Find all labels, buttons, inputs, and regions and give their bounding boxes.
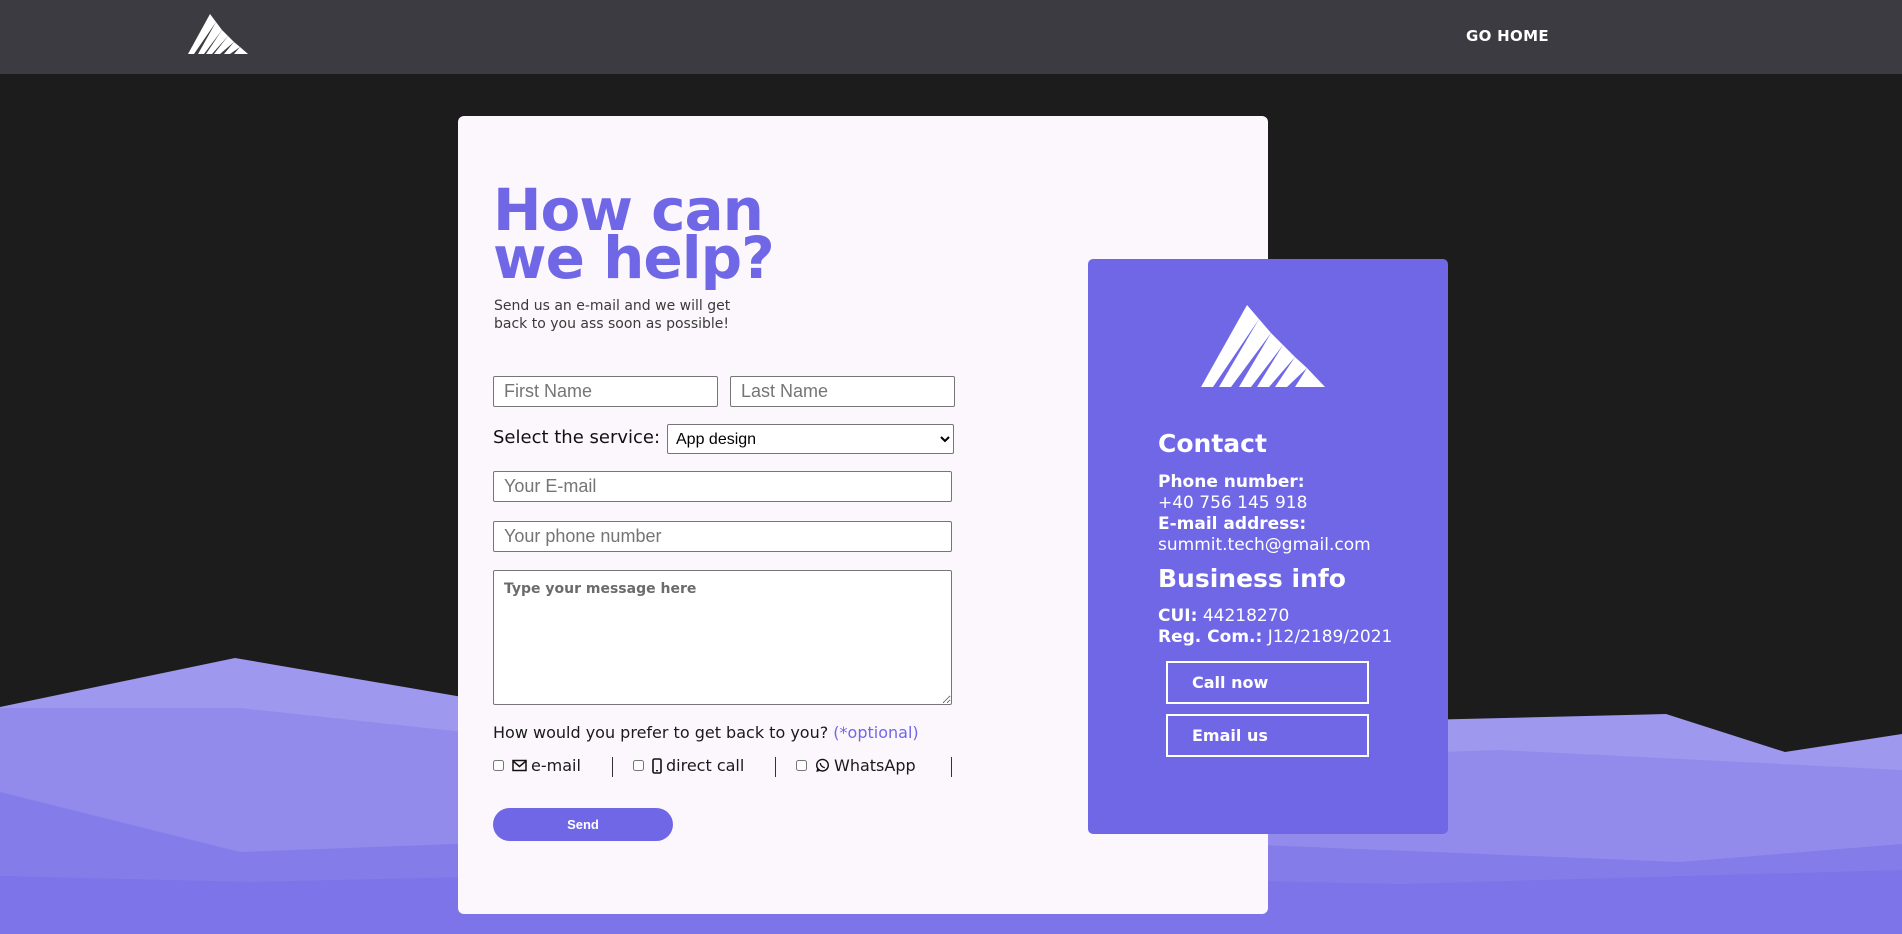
email-checkbox[interactable]: [493, 760, 504, 771]
business-info-heading: Business info: [1158, 564, 1346, 593]
optional-tag: (*optional): [833, 723, 919, 742]
top-navbar: GO HOME: [0, 0, 1902, 74]
reg-com-label: Reg. Com.:: [1158, 627, 1263, 647]
contact-preference-label: How would you prefer to get back to you?…: [493, 723, 919, 742]
mountain-logo-icon: [1201, 305, 1325, 387]
message-textarea[interactable]: [493, 570, 952, 705]
option-divider: [612, 757, 613, 777]
page-title: How can we help?: [493, 181, 913, 292]
phone-number-label: Phone number:: [1158, 472, 1305, 492]
cui-value: 44218270: [1202, 606, 1290, 626]
mobile-phone-icon: [652, 757, 662, 774]
option-email[interactable]: e-mail: [493, 756, 581, 775]
service-label: Select the service:: [493, 427, 661, 448]
service-select[interactable]: App design: [667, 424, 954, 454]
whatsapp-icon: [815, 758, 830, 772]
contact-preference-options: e-mail direct call WhatsApp: [493, 756, 963, 778]
email-input[interactable]: [493, 471, 952, 502]
send-button[interactable]: Send: [493, 808, 673, 841]
last-name-input[interactable]: [730, 376, 955, 407]
option-whatsapp[interactable]: WhatsApp: [796, 756, 916, 775]
email-address-label: E-mail address:: [1158, 514, 1307, 534]
reg-com-value: J12/2189/2021: [1267, 627, 1393, 647]
contact-details: Phone number: +40 756 145 918 E-mail add…: [1158, 472, 1371, 556]
envelope-icon: [512, 759, 527, 772]
subtitle-line-1: Send us an e-mail and we will get: [494, 298, 731, 314]
form-subtitle: Send us an e-mail and we will get back t…: [494, 297, 764, 333]
business-details: CUI: 44218270 Reg. Com.: J12/2189/2021: [1158, 606, 1392, 648]
subtitle-line-2: back to you ass soon as possible!: [494, 316, 730, 332]
direct-call-checkbox[interactable]: [633, 760, 644, 771]
contact-info-card: Contact Phone number: +40 756 145 918 E-…: [1088, 259, 1448, 834]
option-whatsapp-label: WhatsApp: [834, 756, 916, 775]
option-divider: [775, 757, 776, 777]
cui-row: CUI: 44218270: [1158, 606, 1392, 627]
reg-com-row: Reg. Com.: J12/2189/2021: [1158, 627, 1392, 648]
email-us-button[interactable]: Email us: [1166, 714, 1369, 757]
title-line-2: we help?: [493, 224, 775, 292]
go-home-link[interactable]: GO HOME: [1466, 27, 1549, 45]
whatsapp-checkbox[interactable]: [796, 760, 807, 771]
mountain-logo-icon[interactable]: [188, 14, 254, 56]
phone-number-value: +40 756 145 918: [1158, 493, 1308, 513]
cui-label: CUI:: [1158, 606, 1198, 626]
contact-heading: Contact: [1158, 429, 1267, 458]
option-divider: [951, 757, 952, 777]
first-name-input[interactable]: [493, 376, 718, 407]
email-address-value: summit.tech@gmail.com: [1158, 535, 1371, 555]
option-email-label: e-mail: [531, 756, 581, 775]
contact-preference-text: How would you prefer to get back to you?: [493, 723, 829, 742]
option-direct-call[interactable]: direct call: [633, 756, 744, 775]
call-now-button[interactable]: Call now: [1166, 661, 1369, 704]
phone-input[interactable]: [493, 521, 952, 552]
option-direct-call-label: direct call: [666, 756, 745, 775]
